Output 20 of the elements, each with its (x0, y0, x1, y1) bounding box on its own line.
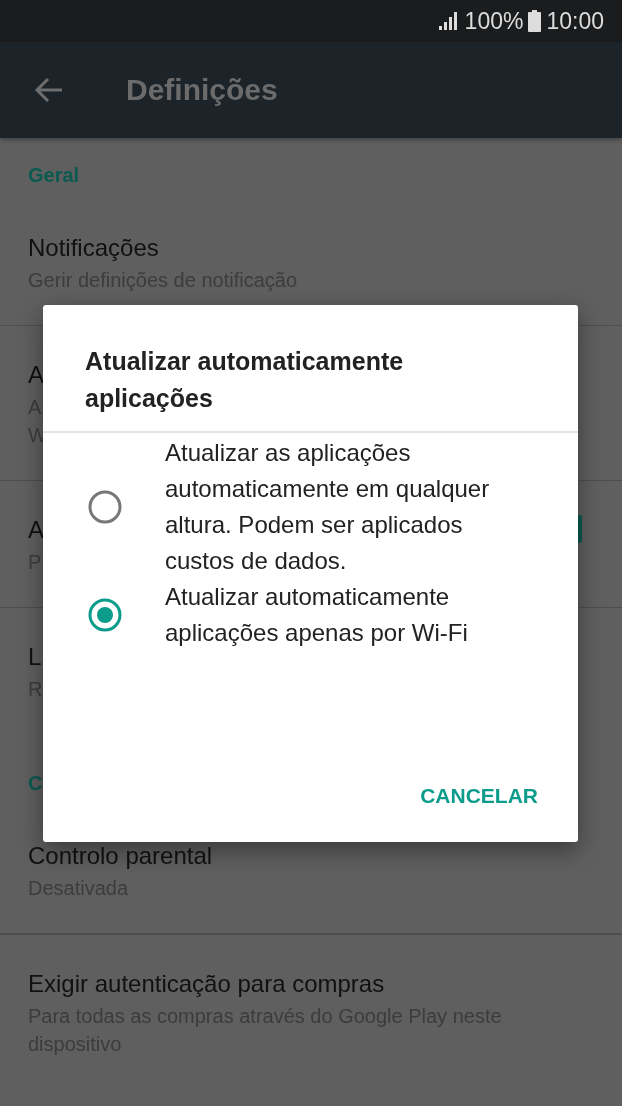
setting-title[interactable]: Notificações (28, 230, 159, 266)
setting-title[interactable]: L (28, 639, 42, 675)
back-arrow-icon[interactable] (34, 77, 64, 103)
battery-icon (528, 10, 542, 32)
clock: 10:00 (546, 7, 604, 35)
option-label[interactable]: Atualizar automaticamente aplicações apenas por Wi-Fi (165, 579, 495, 651)
radio-button[interactable] (87, 489, 123, 525)
setting-title[interactable]: Exigir autenticação para compras (28, 966, 385, 1002)
cancel-button[interactable]: CANCELAR (414, 776, 544, 816)
setting-title[interactable]: A (28, 357, 44, 393)
battery-percent: 100% (464, 7, 524, 35)
radio-button[interactable] (87, 597, 123, 633)
option-label[interactable]: Atualizar as aplicações automaticamente em qualquer altura. Podem ser aplicados custos de dados. (165, 435, 495, 579)
section-header: Geral (28, 163, 80, 187)
screen-title: Definições (126, 73, 278, 107)
setting-title[interactable]: A (28, 512, 44, 548)
signal-icon (437, 11, 460, 31)
dialog-title: Atualizar automaticamente aplicações (43, 305, 578, 433)
section-header: C (28, 771, 43, 795)
setting-title[interactable]: Controlo parental (28, 838, 213, 874)
